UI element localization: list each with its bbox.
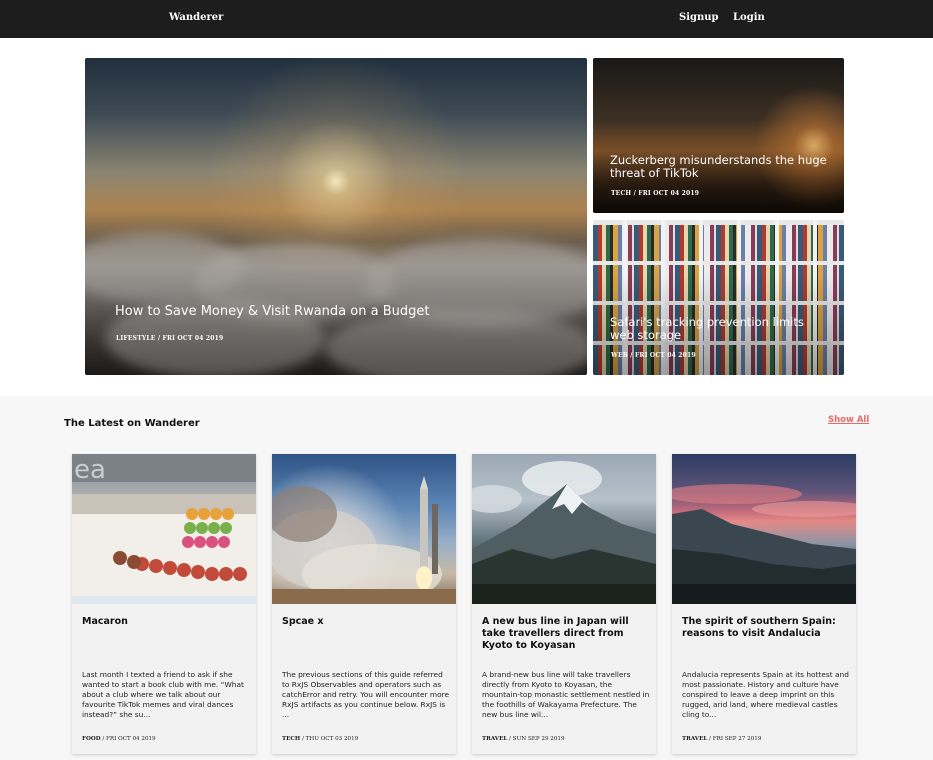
section-title: The Latest on Wanderer bbox=[64, 418, 200, 429]
article-card[interactable]: Spcae x The previous sections of this gu… bbox=[272, 454, 456, 754]
hero-bottom-right-category: WEB bbox=[611, 352, 628, 359]
rocket-illustration bbox=[272, 476, 456, 604]
card-image[interactable] bbox=[272, 454, 456, 604]
card-meta: TRAVEL / FRI SEP 27 2019 bbox=[682, 736, 762, 742]
card-date: FRI OCT 04 2019 bbox=[106, 736, 156, 742]
hero-main-article[interactable]: How to Save Money & Visit Rwanda on a Bu… bbox=[85, 58, 587, 375]
latest-section: The Latest on Wanderer Show All ea Macar… bbox=[0, 396, 933, 760]
card-date: SUN SEP 29 2019 bbox=[512, 736, 565, 742]
card-image[interactable]: ea bbox=[72, 454, 256, 604]
card-image[interactable] bbox=[472, 454, 656, 604]
hero-bottom-right-article[interactable]: Safari's tracking prevention limits web … bbox=[593, 220, 844, 375]
hero-main-category: LIFESTYLE bbox=[116, 335, 156, 342]
card-excerpt: Andalucia represents Spain at its hottes… bbox=[682, 670, 849, 719]
hero-main-date: FRI OCT 04 2019 bbox=[162, 335, 224, 342]
card-category: TECH bbox=[282, 736, 301, 742]
card-excerpt: Last month I texted a friend to ask if s… bbox=[82, 670, 244, 719]
article-card[interactable]: ea Macaron Last month I texted a friend … bbox=[72, 454, 256, 754]
card-date: FRI SEP 27 2019 bbox=[712, 736, 762, 742]
article-card[interactable]: A new bus line in Japan will take travel… bbox=[472, 454, 656, 754]
signup-link[interactable]: Signup bbox=[679, 12, 719, 23]
hero-main-meta: LIFESTYLE / FRI OCT 04 2019 bbox=[116, 335, 224, 342]
card-date: THU OCT 03 2019 bbox=[305, 736, 359, 742]
card-title[interactable]: Macaron bbox=[82, 616, 252, 628]
card-title[interactable]: The spirit of southern Spain: reasons to… bbox=[682, 616, 852, 640]
card-meta: TRAVEL / SUN SEP 29 2019 bbox=[482, 736, 565, 742]
macaron-illustration: ea bbox=[72, 454, 256, 604]
hero-overlay bbox=[85, 58, 587, 375]
card-meta: TECH / THU OCT 03 2019 bbox=[282, 736, 359, 742]
top-nav: Wanderer Signup Login bbox=[0, 0, 933, 38]
hero-top-right-category: TECH bbox=[611, 190, 632, 197]
card-category: FOOD bbox=[82, 736, 101, 742]
show-all-link[interactable]: Show All bbox=[828, 415, 869, 425]
card-meta: FOOD / FRI OCT 04 2019 bbox=[82, 736, 156, 742]
brand-logo[interactable]: Wanderer bbox=[169, 12, 223, 23]
card-image[interactable] bbox=[672, 454, 856, 604]
hero-top-right-article[interactable]: Zuckerberg misunderstands the huge threa… bbox=[593, 58, 844, 213]
hero-top-right-title[interactable]: Zuckerberg misunderstands the huge threa… bbox=[610, 154, 830, 180]
card-excerpt: The previous sections of this guide refe… bbox=[282, 670, 450, 719]
login-link[interactable]: Login bbox=[733, 12, 765, 23]
hero-bottom-right-date: FRI OCT 04 2019 bbox=[634, 352, 696, 359]
card-title[interactable]: Spcae x bbox=[282, 616, 452, 628]
hero-top-right-meta: TECH / FRI OCT 04 2019 bbox=[611, 190, 700, 197]
hero-top-right-date: FRI OCT 04 2019 bbox=[638, 190, 700, 197]
card-category: TRAVEL bbox=[682, 736, 708, 742]
hero-bottom-right-meta: WEB / FRI OCT 04 2019 bbox=[611, 352, 696, 359]
landscape-illustration bbox=[672, 484, 856, 604]
mountain-illustration bbox=[472, 461, 656, 604]
card-title[interactable]: A new bus line in Japan will take travel… bbox=[482, 616, 652, 652]
card-excerpt: A brand-new bus line will take traveller… bbox=[482, 670, 650, 719]
card-category: TRAVEL bbox=[482, 736, 508, 742]
hero-main-title[interactable]: How to Save Money & Visit Rwanda on a Bu… bbox=[115, 304, 575, 319]
article-card[interactable]: The spirit of southern Spain: reasons to… bbox=[672, 454, 856, 754]
svg-text:ea: ea bbox=[74, 455, 106, 485]
hero-bottom-right-title[interactable]: Safari's tracking prevention limits web … bbox=[610, 316, 830, 342]
